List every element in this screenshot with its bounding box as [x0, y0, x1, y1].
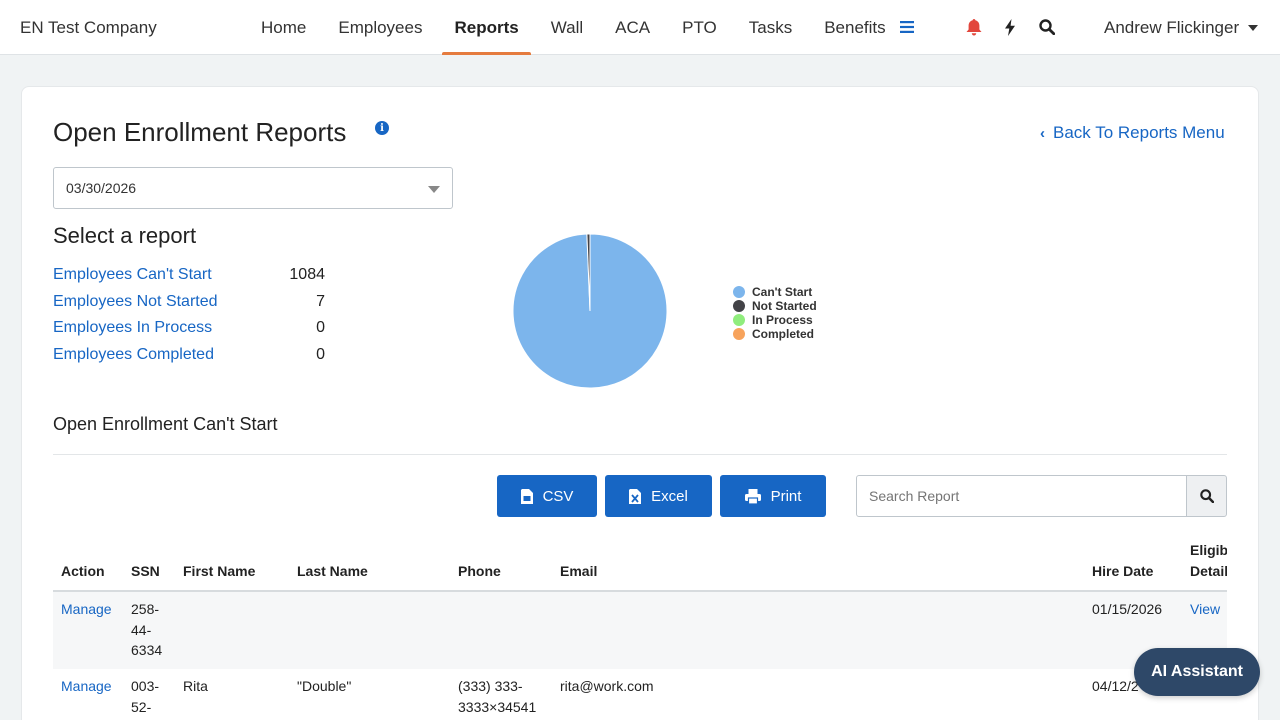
nav-home[interactable]: Home	[249, 0, 318, 55]
bolt-icon[interactable]	[999, 16, 1021, 38]
hire-date-cell: 01/15/2026	[1092, 601, 1163, 617]
ssn-cell: 003- 52-	[131, 676, 159, 717]
legend-marker	[733, 300, 745, 312]
report-table: Action SSN First Name Last Name Phone Em…	[53, 535, 1227, 720]
legend-label: Completed	[752, 327, 815, 341]
legend-item[interactable]: In Process	[733, 313, 817, 327]
report-count-completed: 0	[316, 346, 325, 363]
report-link-completed[interactable]: Employees Completed	[53, 346, 214, 363]
report-row-not-started: Employees Not Started 7	[53, 293, 325, 315]
phone-part: (333) 333-	[458, 678, 523, 694]
report-link-cant-start[interactable]: Employees Can't Start	[53, 266, 212, 283]
info-icon[interactable]: i	[375, 121, 389, 135]
report-count-in-process: 0	[316, 319, 325, 336]
nav-benefits[interactable]: Benefits	[812, 0, 897, 55]
report-count-not-started: 7	[316, 293, 325, 310]
bell-icon[interactable]	[963, 16, 985, 38]
ssn-cell: 258- 44- 6334	[131, 599, 162, 661]
column-header-email[interactable]: Email	[560, 561, 597, 582]
column-header-action[interactable]: Action	[61, 561, 105, 582]
ssn-part: 003-	[131, 678, 160, 694]
caret-down-icon	[428, 186, 440, 193]
view-eligibility-link[interactable]: View	[1190, 599, 1220, 620]
chevron-left-icon: ‹	[1040, 124, 1045, 142]
report-row-in-process: Employees In Process 0	[53, 319, 325, 341]
printer-icon	[744, 488, 761, 504]
column-header-hire-date[interactable]: Hire Date	[1092, 561, 1153, 582]
user-name: Andrew Flickinger	[1104, 18, 1240, 37]
ai-assistant-button[interactable]: AI Assistant	[1134, 648, 1260, 696]
section-title: Open Enrollment Can't Start	[53, 414, 278, 434]
search-icon	[1199, 489, 1214, 503]
legend-marker	[733, 328, 745, 340]
column-header-phone[interactable]: Phone	[458, 561, 501, 582]
csv-label: CSV	[542, 487, 574, 505]
column-header-first-name[interactable]: First Name	[183, 561, 255, 582]
search-report-button[interactable]	[1186, 475, 1227, 517]
nav-pto[interactable]: PTO	[670, 0, 729, 55]
enrollment-pie-chart	[512, 233, 668, 389]
print-label: Print	[770, 487, 802, 505]
ssn-part: 44-	[131, 621, 152, 638]
date-select-value: 03/30/2026	[66, 180, 137, 196]
file-excel-icon	[629, 488, 642, 504]
first-name-cell: Rita	[183, 678, 208, 694]
report-row-completed: Employees Completed 0	[53, 346, 325, 368]
excel-label: Excel	[651, 487, 688, 505]
main-nav: Home Employees Reports Wall ACA PTO Task…	[245, 0, 902, 55]
column-header-ssn[interactable]: SSN	[131, 561, 160, 582]
chart-legend: Can't Start Not Started In Process Complete…	[733, 285, 817, 341]
chevron-down-icon	[1248, 25, 1259, 31]
phone-part: 3333×34541	[458, 698, 537, 715]
menu-icon[interactable]	[896, 16, 918, 38]
report-link-in-process[interactable]: Employees In Process	[53, 319, 212, 336]
legend-marker	[733, 286, 745, 298]
ssn-part: 52-	[131, 698, 152, 715]
search-report-input[interactable]	[856, 475, 1187, 517]
select-report-heading: Select a report	[53, 223, 197, 248]
phone-cell: (333) 333- 3333×34541	[458, 676, 536, 717]
last-name-cell: "Double"	[297, 678, 352, 694]
page-title: Open Enrollment Reports	[53, 117, 347, 147]
email-cell: rita@work.com	[560, 678, 654, 694]
company-name[interactable]: EN Test Company	[20, 18, 157, 38]
print-button[interactable]: Print	[720, 475, 826, 517]
manage-link[interactable]: Manage	[61, 599, 112, 620]
legend-item[interactable]: Not Started	[733, 299, 817, 313]
report-count-cant-start: 1084	[289, 266, 325, 283]
nav-aca[interactable]: ACA	[603, 0, 662, 55]
nav-employees[interactable]: Employees	[326, 0, 434, 55]
column-header-eligibility-line2: Detail	[1190, 563, 1227, 579]
column-header-eligibility[interactable]: Eligib Detail	[1190, 540, 1227, 582]
date-select[interactable]: 03/30/2026	[53, 167, 453, 209]
report-row-cant-start: Employees Can't Start 1084	[53, 266, 325, 288]
legend-item[interactable]: Can't Start	[733, 285, 817, 299]
user-menu[interactable]: Andrew Flickinger	[1104, 18, 1259, 38]
column-header-eligibility-line1: Eligib	[1190, 542, 1227, 558]
nav-reports[interactable]: Reports	[442, 0, 531, 55]
search-icon[interactable]	[1036, 16, 1058, 38]
file-csv-icon	[520, 488, 533, 504]
legend-item[interactable]: Completed	[733, 327, 817, 341]
ssn-part: 258-	[131, 601, 160, 617]
back-to-reports-link[interactable]: ‹ Back To Reports Menu	[1040, 123, 1225, 143]
legend-label: Can't Start	[752, 285, 813, 299]
table-row	[53, 592, 1227, 669]
divider	[53, 454, 1227, 455]
csv-button[interactable]: CSV	[497, 475, 597, 517]
back-link-label: Back To Reports Menu	[1053, 123, 1225, 142]
column-header-last-name[interactable]: Last Name	[297, 561, 368, 582]
excel-button[interactable]: Excel	[605, 475, 712, 517]
ssn-part: 6334	[131, 642, 163, 658]
hire-date-cell: 04/12/2	[1092, 678, 1139, 694]
legend-label: Not Started	[752, 299, 817, 313]
manage-link[interactable]: Manage	[61, 676, 112, 697]
top-navbar: EN Test Company Home Employees Reports W…	[0, 0, 1280, 55]
legend-label: In Process	[752, 313, 813, 327]
nav-wall[interactable]: Wall	[539, 0, 595, 55]
nav-tasks[interactable]: Tasks	[737, 0, 804, 55]
report-link-not-started[interactable]: Employees Not Started	[53, 293, 218, 310]
legend-marker	[733, 314, 745, 326]
